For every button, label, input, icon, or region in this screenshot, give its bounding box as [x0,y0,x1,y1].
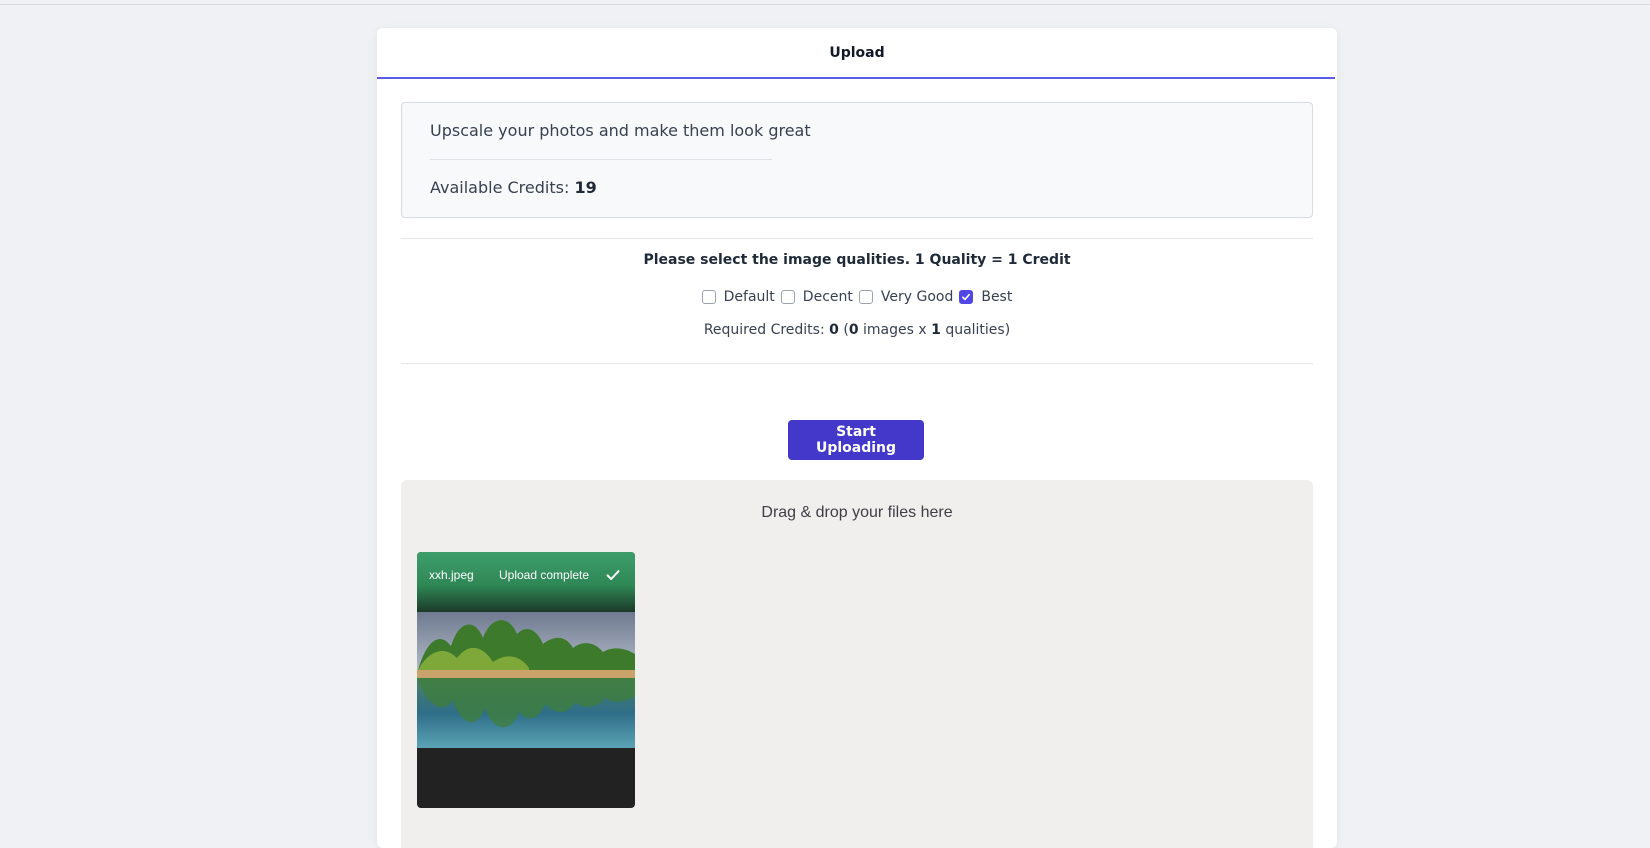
check-icon [606,570,620,580]
file-name: xxh.jpeg [429,568,474,582]
required-qualities-word: qualities) [945,322,1011,338]
section-divider [401,363,1313,364]
dropzone-label: Drag & drop your files here [761,504,953,521]
intro-divider [430,159,772,160]
image-thumbnail [417,612,635,748]
active-tab-indicator [377,77,1335,79]
quality-option-label: Default [723,289,775,305]
best-checkbox[interactable] [959,290,974,304]
available-credits: Available Credits: 19 [430,178,597,197]
section-divider [401,238,1313,239]
very-good-checkbox[interactable] [858,290,873,304]
required-credits: Required Credits: 0 (0 images x 1 qualit… [703,322,1011,338]
quality-options: Default Decent Very Good Best [377,289,1337,305]
quality-option-best[interactable]: Best [959,289,1012,305]
quality-option-default[interactable]: Default [701,289,775,305]
required-credits-total: 0 [829,322,839,338]
quality-option-very-good[interactable]: Very Good [858,289,954,305]
available-credits-value: 19 [574,178,597,197]
required-images-word: images x [863,322,927,338]
start-uploading-button[interactable]: Start Uploading [788,420,924,460]
intro-panel: Upscale your photos and make them look g… [401,102,1313,218]
default-checkbox[interactable] [701,290,716,304]
required-credits-label: Required Credits: [703,322,825,338]
upload-status: Upload complete [499,568,590,582]
file-preview-card[interactable]: xxh.jpeg Upload complete [417,552,635,808]
decent-checkbox[interactable] [780,290,795,304]
required-qualities-count: 1 [931,322,941,338]
tab-upload[interactable]: Upload [377,28,1337,78]
file-dropzone[interactable]: Drag & drop your files here xxh.jpeg Upl… [401,480,1313,848]
quality-option-label: Best [981,289,1013,305]
quality-title: Please select the image qualities. 1 Qua… [643,252,1071,268]
quality-option-decent[interactable]: Decent [780,289,853,305]
quality-option-label: Decent [802,289,853,305]
upload-card: Upload Upscale your photos and make them… [377,28,1337,848]
file-status-header: xxh.jpeg Upload complete [417,552,635,612]
tab-bar: Upload [377,28,1337,79]
available-credits-label: Available Credits: [430,178,570,197]
intro-description: Upscale your photos and make them look g… [430,121,811,140]
quality-option-label: Very Good [880,289,954,305]
top-divider [0,4,1650,5]
required-images-count: 0 [848,322,859,338]
checkmark-icon [962,293,971,301]
